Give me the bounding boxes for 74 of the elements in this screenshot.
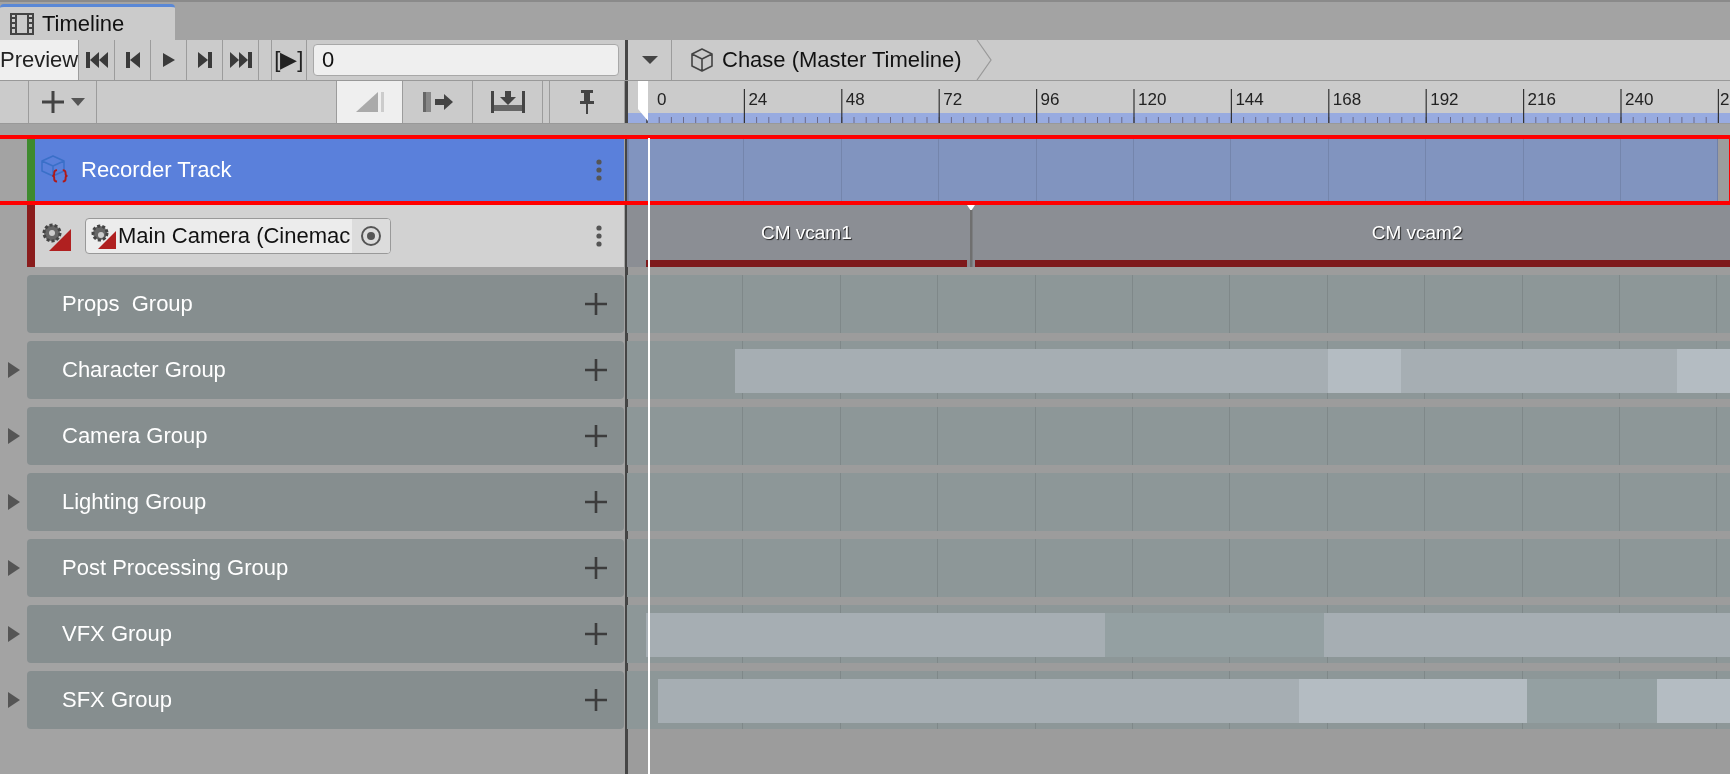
plus-icon[interactable] — [584, 688, 608, 712]
group-track-header[interactable]: Camera Group — [27, 407, 624, 465]
ruler-label: 0 — [657, 90, 667, 109]
ruler-tick — [1523, 88, 1525, 123]
ruler-label: 96 — [1040, 90, 1060, 109]
blend-marker — [966, 205, 975, 267]
ruler-tick — [1036, 88, 1038, 123]
plus-icon[interactable] — [584, 556, 608, 580]
group-track-header[interactable]: Character Group — [27, 341, 624, 399]
ruler-tick — [1717, 88, 1719, 123]
cube-icon — [690, 47, 714, 73]
expand-arrow-icon[interactable] — [7, 626, 20, 642]
insert-arrow-icon — [490, 91, 525, 113]
group-track-header[interactable]: Lighting Group — [27, 473, 624, 531]
ruler-tick — [1133, 88, 1135, 123]
expand-arrow-icon[interactable] — [7, 428, 20, 444]
group-track-header[interactable]: SFX Group — [27, 671, 624, 729]
plus-icon[interactable] — [584, 292, 608, 316]
ruler-label: 48 — [845, 90, 865, 109]
plus-icon[interactable] — [584, 622, 608, 646]
ruler-tick — [1328, 88, 1330, 123]
bar-arrow-icon — [422, 92, 453, 112]
pin-icon — [579, 90, 595, 114]
timeline-clip[interactable]: CM vcam2 — [974, 205, 1730, 267]
group-track-header[interactable]: Props Group — [27, 275, 624, 333]
ruler-tick — [1620, 88, 1622, 123]
expand-arrow-icon[interactable] — [7, 362, 20, 378]
film-icon — [10, 12, 34, 35]
plus-icon[interactable] — [584, 490, 608, 514]
expand-arrow-icon[interactable] — [7, 560, 20, 576]
ruler-tick — [1425, 88, 1427, 123]
skip-to-end-icon — [229, 51, 252, 69]
ruler-label: 2 — [1720, 90, 1730, 109]
cube-brackets-icon — [41, 155, 71, 185]
skip-to-start-icon — [85, 51, 108, 69]
plus-icon[interactable] — [584, 358, 608, 382]
ruler-label: 240 — [1625, 90, 1654, 109]
object-binding-field[interactable]: Main Camera (Cinemac — [85, 218, 392, 254]
camera-gear-icon — [41, 221, 71, 251]
camera-track-header[interactable]: Main Camera (Cinemac — [27, 205, 624, 267]
next-frame-icon — [197, 51, 212, 69]
expand-arrow-icon[interactable] — [7, 494, 20, 510]
ruler-label: 168 — [1332, 90, 1362, 109]
ruler-label: 144 — [1235, 90, 1264, 109]
previous-frame-icon — [125, 51, 140, 69]
ruler-tick — [938, 88, 940, 123]
ruler-label: 120 — [1138, 90, 1167, 109]
ruler-label: 72 — [943, 90, 963, 109]
camera-gear-icon — [90, 223, 116, 249]
ramp-icon — [355, 92, 384, 112]
more-options-icon — [596, 159, 602, 181]
timeline-tab[interactable]: Timeline — [0, 4, 175, 40]
ruler-tick — [841, 88, 843, 123]
preview-button[interactable]: Preview — [0, 40, 80, 80]
recorder-track-header[interactable]: Recorder Track — [27, 138, 624, 202]
ruler-label: 24 — [748, 90, 768, 109]
caret-icon — [70, 97, 85, 107]
playhead-handle[interactable] — [638, 81, 648, 121]
target-icon — [360, 225, 383, 247]
group-track-header[interactable]: VFX Group — [27, 605, 624, 663]
plus-icon[interactable] — [584, 424, 608, 448]
ruler-tick — [743, 88, 745, 123]
plus-icon — [40, 90, 65, 114]
pin-button[interactable] — [549, 81, 625, 123]
group-track-header[interactable]: Post Processing Group — [27, 539, 624, 597]
caret-icon — [641, 55, 658, 65]
ruler-label: 192 — [1430, 90, 1459, 109]
ruler-tick — [1230, 88, 1232, 123]
timeline-clip[interactable]: CM vcam1 — [646, 205, 967, 267]
expand-arrow-icon[interactable] — [7, 692, 20, 708]
ruler-label: 216 — [1527, 90, 1556, 109]
play-icon — [161, 51, 176, 69]
frame-field[interactable]: 0 — [312, 44, 619, 76]
more-options-icon — [596, 225, 602, 247]
